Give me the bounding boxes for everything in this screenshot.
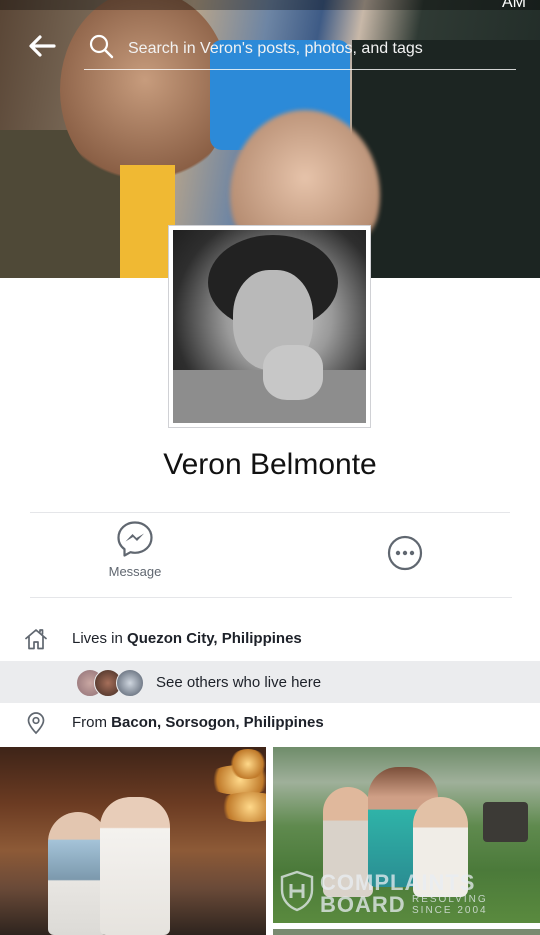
photo-detail (215, 792, 266, 822)
lives-in-text: Lives in Quezon City, Philippines (72, 630, 302, 647)
see-others-row[interactable]: See others who live here (0, 661, 540, 703)
search-icon (89, 34, 114, 59)
photo-thumbnail[interactable] (273, 929, 540, 935)
message-label: Message (108, 564, 162, 579)
back-arrow-icon[interactable] (26, 30, 58, 62)
status-clock: AM (502, 0, 526, 11)
from-text: From Bacon, Sorsogon, Philippines (72, 714, 324, 731)
photo-thumbnail[interactable] (273, 747, 540, 923)
cover-figure (120, 165, 175, 278)
cover-figure (60, 0, 230, 190)
from-prefix: From (72, 714, 107, 731)
photo-detail (48, 812, 108, 935)
profile-picture[interactable] (168, 225, 371, 428)
divider (30, 512, 510, 513)
profile-name: Veron Belmonte (163, 448, 377, 481)
home-icon (25, 629, 47, 650)
see-others-label: See others who live here (156, 674, 322, 691)
photo-detail (323, 787, 373, 897)
search-input[interactable] (126, 36, 530, 62)
photo-detail (483, 802, 528, 842)
messenger-icon (117, 521, 153, 557)
photo-thumbnail[interactable] (0, 747, 266, 935)
avatar (116, 669, 144, 697)
profile-photo (173, 230, 366, 423)
status-bar (0, 0, 540, 10)
from-place-link[interactable]: Bacon, Sorsogon, Philippines (111, 714, 324, 731)
from-row: From Bacon, Sorsogon, Philippines (0, 703, 540, 743)
lives-in-row: Lives in Quezon City, Philippines (0, 619, 540, 659)
photo-detail (228, 749, 266, 779)
message-button[interactable]: Message (100, 520, 170, 586)
photo-detail (100, 797, 170, 935)
more-options-icon[interactable] (387, 535, 423, 571)
divider (30, 597, 512, 598)
photo-detail (413, 797, 468, 897)
lives-in-prefix: Lives in (72, 630, 123, 647)
location-pin-icon (27, 712, 45, 735)
avatar-stack (76, 669, 156, 697)
lives-in-place-link[interactable]: Quezon City, Philippines (127, 630, 302, 647)
cover-figure (352, 40, 540, 278)
search-underline (84, 69, 516, 70)
photo-detail (263, 345, 323, 400)
